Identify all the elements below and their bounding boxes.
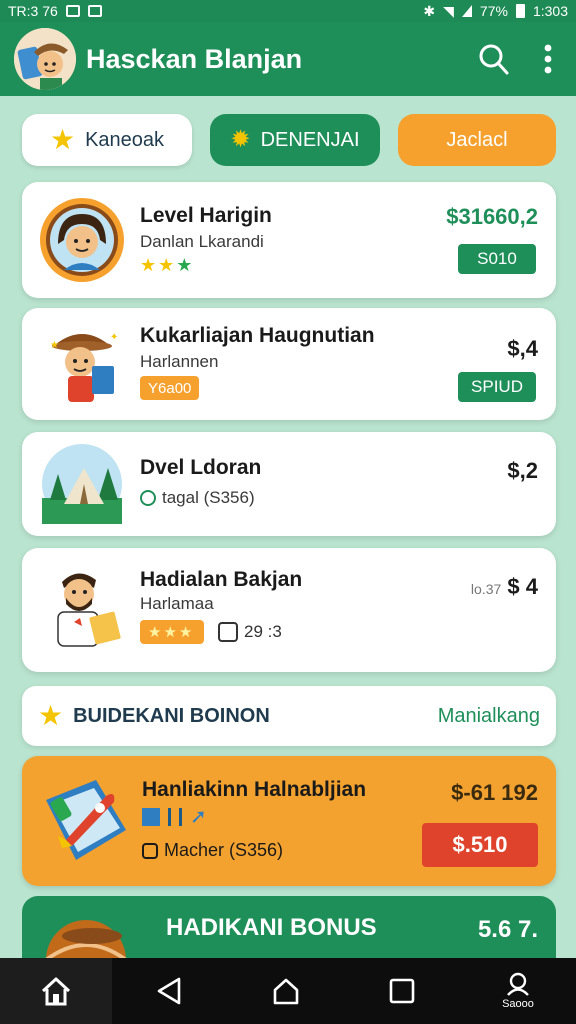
tab-kaneoak[interactable]: ★ Kaneoak bbox=[22, 114, 192, 166]
reader-icon bbox=[36, 560, 128, 652]
card-price-value: $ 4 bbox=[507, 574, 538, 599]
back-icon bbox=[157, 977, 181, 1005]
card-title: Dvel Ldoran bbox=[140, 456, 262, 479]
featured-tags: ➚ bbox=[142, 806, 207, 828]
card-subtitle: Danlan Lkarandi bbox=[140, 232, 264, 251]
nav-home[interactable] bbox=[0, 958, 112, 1024]
wifi-icon: ◥ bbox=[443, 2, 454, 19]
list-item[interactable]: Dvel Ldoran tagal (S356) $,2 bbox=[22, 432, 556, 536]
card-price: lo.37 $ 4 bbox=[471, 574, 538, 600]
card-title: Level Harigin bbox=[140, 204, 272, 227]
featured-price: $-61 192 bbox=[451, 780, 538, 805]
recents-icon bbox=[389, 978, 415, 1004]
list-item[interactable]: Hadialan Bakjan Harlamaa ★ ★ ★ 29 :3 lo.… bbox=[22, 548, 556, 672]
star-icon: ★ bbox=[178, 624, 193, 641]
app-bar: Hasckan Blanjan bbox=[0, 22, 576, 96]
explorer-icon: ★ ✦ bbox=[36, 318, 128, 410]
photo-icon bbox=[87, 5, 102, 17]
gear-icon: ✹ bbox=[230, 126, 251, 153]
edit-icon bbox=[218, 622, 238, 642]
svg-text:★: ★ bbox=[50, 340, 59, 351]
buy-button[interactable]: S010 bbox=[458, 244, 536, 274]
featured-title: Hanliakinn Halnabljian bbox=[142, 778, 367, 801]
battery-text: 77% bbox=[479, 3, 508, 19]
home-circle-icon bbox=[273, 978, 299, 1005]
star-icon: ★ bbox=[163, 624, 177, 641]
app-logo-icon bbox=[14, 28, 76, 90]
filter-tabs: ★ Kaneoak ✹ DENENJAI Jaclacl bbox=[22, 114, 556, 166]
more-options-button[interactable] bbox=[544, 44, 552, 74]
search-icon bbox=[479, 44, 509, 75]
star-icon: ★ bbox=[140, 255, 157, 275]
avatar-girl-icon bbox=[36, 194, 128, 286]
card-price-prefix: lo.37 bbox=[470, 581, 502, 597]
bars-icon bbox=[168, 808, 182, 826]
tent-icon bbox=[36, 438, 128, 530]
notification-icon bbox=[65, 5, 80, 17]
star-icon: ★ bbox=[158, 255, 175, 275]
bonus-label: BUIDEKANI BOINON bbox=[73, 704, 270, 727]
star-icon: ★ bbox=[148, 624, 162, 641]
card-subtitle: Harlamaa bbox=[140, 594, 214, 613]
bluetooth-icon: ✱ bbox=[423, 2, 436, 19]
card-meta-text: 29 :3 bbox=[244, 622, 282, 641]
navigation-bar: Saooo bbox=[0, 958, 576, 1024]
svg-text:✦: ✦ bbox=[110, 332, 118, 343]
clock-icon bbox=[140, 490, 156, 506]
grid-icon bbox=[142, 808, 160, 826]
card-meta: tagal (S356) bbox=[140, 488, 255, 508]
featured-buy-button[interactable]: $.510 bbox=[422, 823, 538, 867]
list-item[interactable]: ★ ✦ Kukarliajan Haugnutian Harlannen Y6a… bbox=[22, 308, 556, 420]
rocket-icon bbox=[36, 770, 136, 870]
featured-card[interactable]: Hanliakinn Halnabljian ➚ $-61 192 Macher… bbox=[22, 756, 556, 886]
status-badge: Y6a00 bbox=[140, 376, 200, 400]
bonus-card-price: 5.6 7. bbox=[477, 916, 538, 943]
card-price: $,4 bbox=[507, 336, 538, 361]
nav-profile-label: Saooo bbox=[502, 998, 534, 1010]
more-vert-icon bbox=[544, 44, 552, 74]
featured-subtitle: Macher (S356) bbox=[164, 840, 284, 860]
card-subtitle: Harlannen bbox=[140, 352, 219, 371]
card-title: Kukarliajan Haugnutian bbox=[140, 324, 375, 347]
status-time: 1:303 bbox=[532, 3, 568, 19]
nav-back[interactable] bbox=[112, 958, 228, 1024]
tab-label: Kaneoak bbox=[85, 128, 165, 151]
card-subtitle: tagal (S356) bbox=[162, 488, 255, 507]
see-all-link[interactable]: Manialkang bbox=[438, 705, 540, 728]
featured-meta: Macher (S356) bbox=[142, 840, 283, 861]
tab-denenjai[interactable]: ✹ DENENJAI bbox=[210, 114, 380, 166]
star-icon: ★ bbox=[38, 700, 64, 731]
nav-recents[interactable] bbox=[344, 958, 460, 1024]
profile-icon bbox=[507, 972, 529, 996]
card-price: $31660,2 bbox=[446, 204, 538, 229]
card-price: $,2 bbox=[507, 458, 538, 483]
nav-profile[interactable]: Saooo bbox=[460, 958, 576, 1024]
app-title: Hasckan Blanjan bbox=[86, 43, 303, 74]
signal-icon bbox=[461, 5, 472, 17]
buy-button[interactable]: SPIUD bbox=[458, 372, 536, 402]
rating-stars: ★ ★ ★ bbox=[140, 256, 192, 274]
home-icon bbox=[41, 977, 71, 1006]
status-bar: TR:3 76 ✱ ◥ 77% 1:303 bbox=[0, 0, 576, 22]
list-item[interactable]: Level Harigin Danlan Lkarandi ★ ★ ★ $316… bbox=[22, 182, 556, 298]
card-title: Hadialan Bakjan bbox=[140, 568, 303, 591]
tab-jaclacl[interactable]: Jaclacl bbox=[398, 114, 556, 166]
tab-label: DENENJAI bbox=[260, 128, 360, 151]
bonus-section-header: ★ BUIDEKANI BOINON Manialkang bbox=[22, 686, 556, 746]
nav-home-circle[interactable] bbox=[228, 958, 344, 1024]
star-icon: ★ bbox=[176, 255, 193, 275]
bonus-card-title: HADIKANI BONUS bbox=[166, 914, 377, 941]
clock-icon bbox=[142, 842, 158, 859]
search-button[interactable] bbox=[476, 42, 510, 76]
rating-badge: ★ ★ ★ bbox=[140, 620, 204, 644]
tab-label: Jaclacl bbox=[446, 128, 508, 151]
star-icon: ★ bbox=[49, 124, 76, 155]
card-meta: 29 :3 bbox=[218, 622, 282, 642]
battery-icon bbox=[515, 4, 525, 18]
arrow-icon: ➚ bbox=[190, 806, 207, 828]
status-left-text: TR:3 76 bbox=[8, 3, 58, 19]
